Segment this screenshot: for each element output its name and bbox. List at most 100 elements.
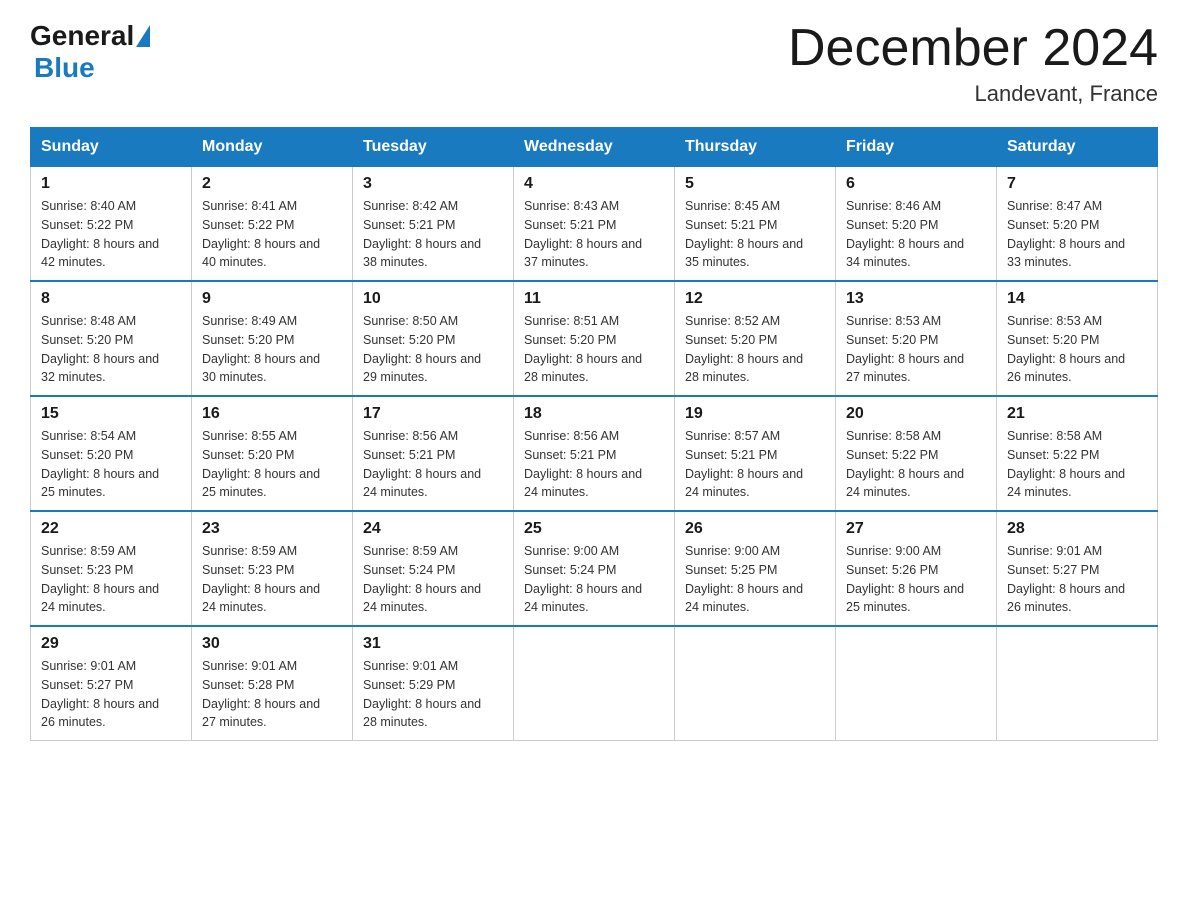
table-row: 18 Sunrise: 8:56 AMSunset: 5:21 PMDayligh… [514,396,675,511]
day-number: 17 [363,405,503,423]
day-number: 8 [41,290,181,308]
day-info: Sunrise: 8:55 AMSunset: 5:20 PMDaylight:… [202,427,342,502]
table-row: 31 Sunrise: 9:01 AMSunset: 5:29 PMDayligh… [353,626,514,741]
table-row: 3 Sunrise: 8:42 AMSunset: 5:21 PMDaylight… [353,167,514,282]
calendar-week-row: 22 Sunrise: 8:59 AMSunset: 5:23 PMDayligh… [31,511,1158,626]
table-row: 7Sunrise: 8:47 AMSunset: 5:20 PMDaylight… [997,167,1158,282]
page-subtitle: Landevant, France [788,81,1158,107]
day-info: Sunrise: 8:56 AMSunset: 5:21 PMDaylight:… [524,427,664,502]
page-header: General Blue December 2024 Landevant, Fr… [30,20,1158,107]
header-thursday: Thursday [675,128,836,167]
day-info: Sunrise: 9:01 AMSunset: 5:27 PMDaylight:… [1007,542,1147,617]
calendar-week-row: 15 Sunrise: 8:54 AMSunset: 5:20 PMDayligh… [31,396,1158,511]
table-row: 30Sunrise: 9:01 AMSunset: 5:28 PMDayligh… [192,626,353,741]
day-number: 1 [41,175,181,193]
page-title: December 2024 [788,20,1158,77]
day-info: Sunrise: 8:58 AMSunset: 5:22 PMDaylight:… [1007,427,1147,502]
day-number: 11 [524,290,664,308]
calendar-table: Sunday Monday Tuesday Wednesday Thursday… [30,127,1158,741]
table-row: 23Sunrise: 8:59 AMSunset: 5:23 PMDayligh… [192,511,353,626]
table-row: 27 Sunrise: 9:00 AMSunset: 5:26 PMDayligh… [836,511,997,626]
day-info: Sunrise: 8:53 AMSunset: 5:20 PMDaylight:… [1007,312,1147,387]
day-number: 5 [685,175,825,193]
day-info: Sunrise: 8:58 AMSunset: 5:22 PMDaylight:… [846,427,986,502]
day-info: Sunrise: 8:40 AMSunset: 5:22 PMDaylight:… [41,197,181,272]
day-number: 22 [41,520,181,538]
table-row: 21Sunrise: 8:58 AMSunset: 5:22 PMDayligh… [997,396,1158,511]
day-number: 31 [363,635,503,653]
table-row: 24 Sunrise: 8:59 AMSunset: 5:24 PMDayligh… [353,511,514,626]
calendar-week-row: 8Sunrise: 8:48 AMSunset: 5:20 PMDaylight… [31,281,1158,396]
day-number: 3 [363,175,503,193]
table-row: 17 Sunrise: 8:56 AMSunset: 5:21 PMDayligh… [353,396,514,511]
day-number: 7 [1007,175,1147,193]
day-number: 6 [846,175,986,193]
day-info: Sunrise: 8:42 AMSunset: 5:21 PMDaylight:… [363,197,503,272]
day-info: Sunrise: 8:50 AMSunset: 5:20 PMDaylight:… [363,312,503,387]
day-info: Sunrise: 8:57 AMSunset: 5:21 PMDaylight:… [685,427,825,502]
logo: General Blue [30,20,152,84]
table-row: 14 Sunrise: 8:53 AMSunset: 5:20 PMDayligh… [997,281,1158,396]
day-number: 26 [685,520,825,538]
day-number: 20 [846,405,986,423]
header-friday: Friday [836,128,997,167]
table-row [836,626,997,741]
table-row: 25Sunrise: 9:00 AMSunset: 5:24 PMDayligh… [514,511,675,626]
day-number: 25 [524,520,664,538]
day-info: Sunrise: 8:56 AMSunset: 5:21 PMDaylight:… [363,427,503,502]
day-info: Sunrise: 9:00 AMSunset: 5:26 PMDaylight:… [846,542,986,617]
header-sunday: Sunday [31,128,192,167]
day-number: 18 [524,405,664,423]
day-info: Sunrise: 9:01 AMSunset: 5:29 PMDaylight:… [363,657,503,732]
day-number: 27 [846,520,986,538]
logo-triangle-icon [136,25,150,47]
day-number: 14 [1007,290,1147,308]
table-row: 16 Sunrise: 8:55 AMSunset: 5:20 PMDayligh… [192,396,353,511]
table-row: 6 Sunrise: 8:46 AMSunset: 5:20 PMDaylight… [836,167,997,282]
table-row: 2Sunrise: 8:41 AMSunset: 5:22 PMDaylight… [192,167,353,282]
day-number: 4 [524,175,664,193]
header-saturday: Saturday [997,128,1158,167]
day-info: Sunrise: 8:59 AMSunset: 5:24 PMDaylight:… [363,542,503,617]
day-number: 29 [41,635,181,653]
day-info: Sunrise: 8:46 AMSunset: 5:20 PMDaylight:… [846,197,986,272]
table-row: 19Sunrise: 8:57 AMSunset: 5:21 PMDayligh… [675,396,836,511]
calendar-header-row: Sunday Monday Tuesday Wednesday Thursday… [31,128,1158,167]
day-info: Sunrise: 8:59 AMSunset: 5:23 PMDaylight:… [41,542,181,617]
day-info: Sunrise: 8:54 AMSunset: 5:20 PMDaylight:… [41,427,181,502]
day-number: 28 [1007,520,1147,538]
day-number: 24 [363,520,503,538]
table-row: 5 Sunrise: 8:45 AMSunset: 5:21 PMDaylight… [675,167,836,282]
day-number: 12 [685,290,825,308]
table-row: 1 Sunrise: 8:40 AMSunset: 5:22 PMDaylight… [31,167,192,282]
day-number: 13 [846,290,986,308]
title-block: December 2024 Landevant, France [788,20,1158,107]
day-info: Sunrise: 8:43 AMSunset: 5:21 PMDaylight:… [524,197,664,272]
table-row: 22 Sunrise: 8:59 AMSunset: 5:23 PMDayligh… [31,511,192,626]
table-row: 10 Sunrise: 8:50 AMSunset: 5:20 PMDayligh… [353,281,514,396]
table-row [997,626,1158,741]
header-wednesday: Wednesday [514,128,675,167]
day-number: 16 [202,405,342,423]
day-info: Sunrise: 8:45 AMSunset: 5:21 PMDaylight:… [685,197,825,272]
day-info: Sunrise: 9:00 AMSunset: 5:25 PMDaylight:… [685,542,825,617]
header-monday: Monday [192,128,353,167]
table-row [675,626,836,741]
table-row: 26 Sunrise: 9:00 AMSunset: 5:25 PMDayligh… [675,511,836,626]
calendar-week-row: 1 Sunrise: 8:40 AMSunset: 5:22 PMDaylight… [31,167,1158,282]
day-info: Sunrise: 8:51 AMSunset: 5:20 PMDaylight:… [524,312,664,387]
day-info: Sunrise: 8:52 AMSunset: 5:20 PMDaylight:… [685,312,825,387]
table-row: 29 Sunrise: 9:01 AMSunset: 5:27 PMDayligh… [31,626,192,741]
day-info: Sunrise: 8:49 AMSunset: 5:20 PMDaylight:… [202,312,342,387]
table-row: 8Sunrise: 8:48 AMSunset: 5:20 PMDaylight… [31,281,192,396]
day-number: 30 [202,635,342,653]
calendar-week-row: 29 Sunrise: 9:01 AMSunset: 5:27 PMDayligh… [31,626,1158,741]
day-number: 15 [41,405,181,423]
table-row: 9Sunrise: 8:49 AMSunset: 5:20 PMDaylight… [192,281,353,396]
day-info: Sunrise: 9:01 AMSunset: 5:27 PMDaylight:… [41,657,181,732]
day-info: Sunrise: 8:53 AMSunset: 5:20 PMDaylight:… [846,312,986,387]
table-row: 15 Sunrise: 8:54 AMSunset: 5:20 PMDayligh… [31,396,192,511]
day-number: 2 [202,175,342,193]
day-number: 10 [363,290,503,308]
header-tuesday: Tuesday [353,128,514,167]
